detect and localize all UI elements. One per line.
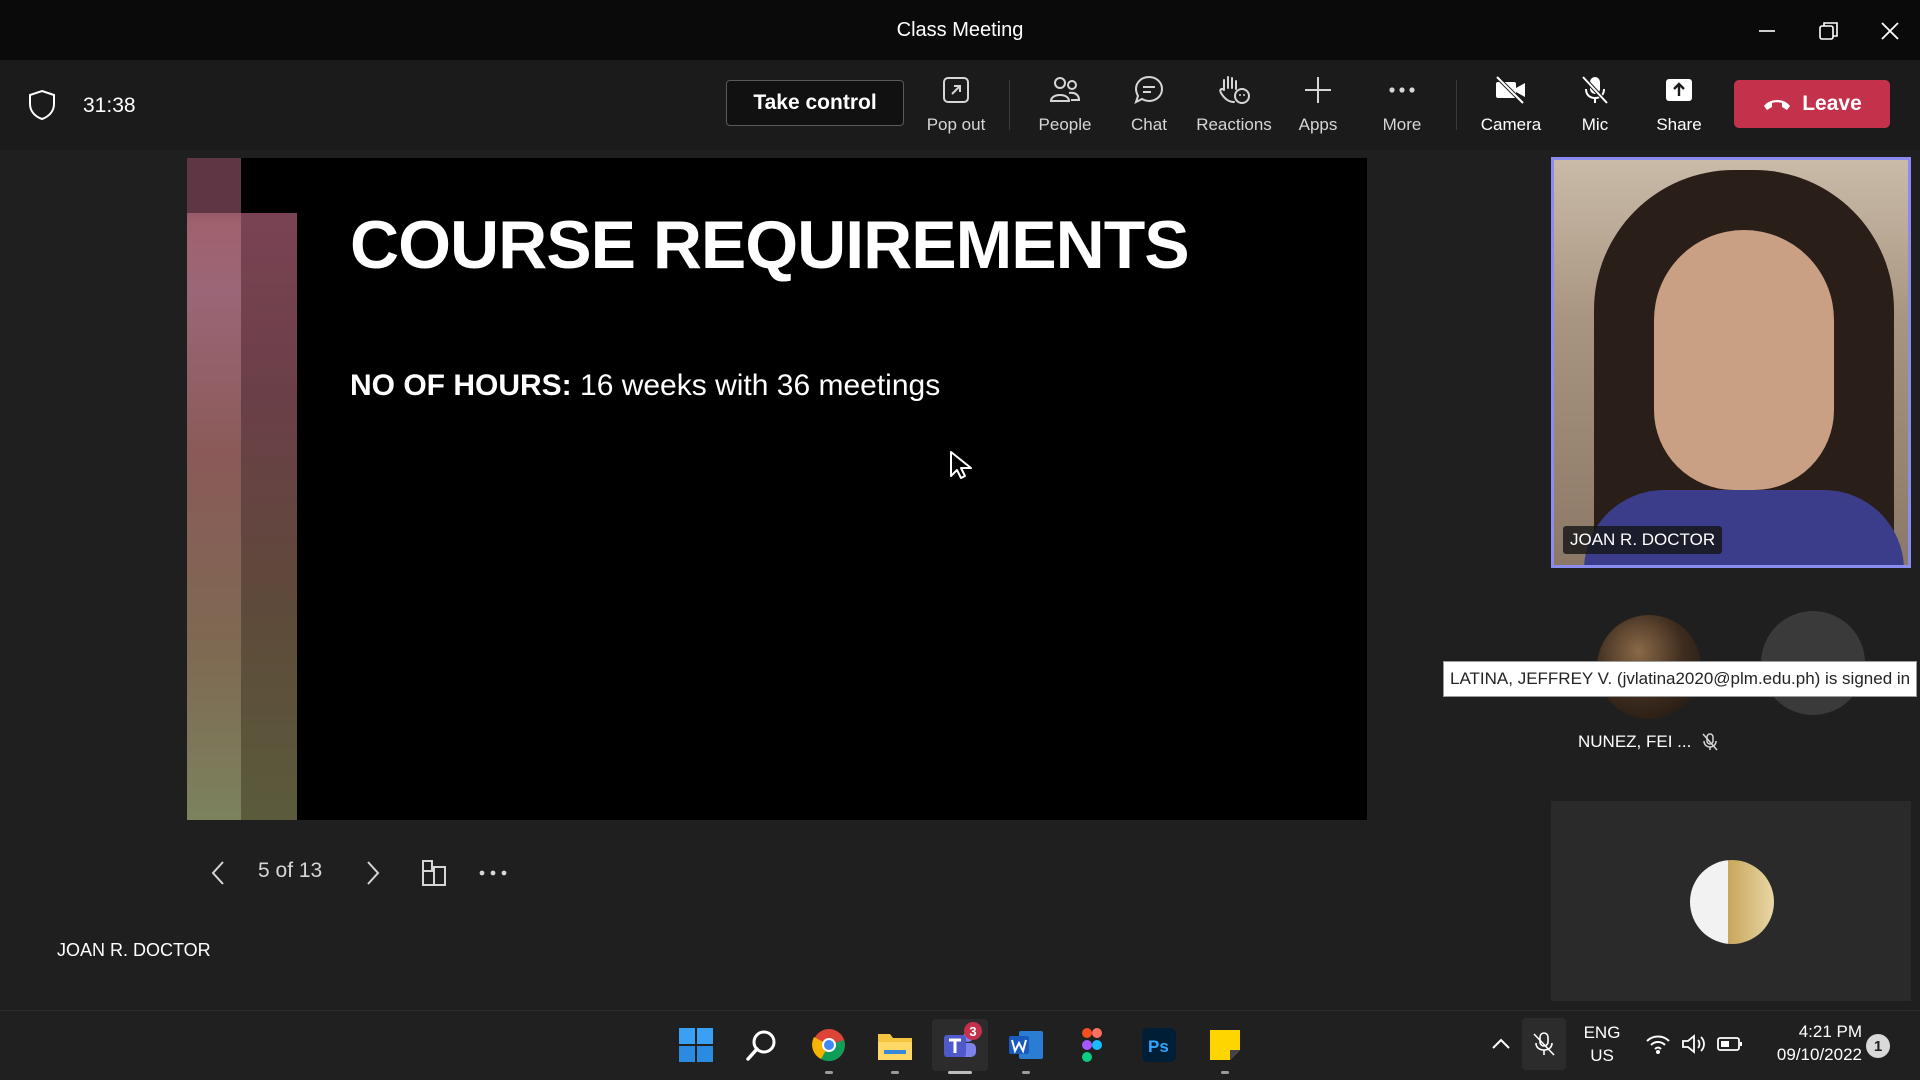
running-indicator: [891, 1071, 899, 1074]
apps-label: Apps: [1298, 115, 1338, 134]
wifi-icon[interactable]: [1645, 1032, 1671, 1061]
participant-name: NUNEZ, FEI ...: [1578, 732, 1692, 751]
title-bar: Class Meeting: [0, 0, 1920, 60]
running-indicator: [1221, 1071, 1229, 1074]
previous-slide-button[interactable]: [203, 855, 233, 891]
people-label: People: [1038, 115, 1092, 134]
slide-line-value: 16 weeks with 36 meetings: [571, 369, 941, 402]
video-person-face: [1654, 230, 1834, 490]
running-indicator: [1022, 1071, 1030, 1074]
photoshop-icon[interactable]: Ps: [1138, 1024, 1180, 1066]
participant-avatar[interactable]: [1690, 860, 1774, 944]
toolbar-divider: [1456, 80, 1457, 130]
meeting-timer: 31:38: [83, 94, 136, 117]
plus-icon: [1305, 77, 1331, 103]
pop-out-label: Pop out: [926, 115, 986, 134]
running-indicator: [825, 1071, 833, 1074]
clock-time[interactable]: 4:21 PM: [1750, 1022, 1862, 1042]
camera-off-icon: [1495, 75, 1525, 105]
active-indicator: [948, 1071, 972, 1074]
raise-hand-icon: [1219, 76, 1250, 104]
more-dots-icon: [1389, 87, 1415, 93]
chevron-left-icon: [211, 861, 224, 885]
slide-decor-bar: [187, 158, 241, 820]
share-label: Share: [1656, 115, 1702, 134]
slide-decor-bar-top: [187, 158, 241, 213]
camera-label: Camera: [1480, 115, 1542, 134]
slide-more-button[interactable]: [475, 855, 511, 891]
chrome-icon[interactable]: [808, 1024, 850, 1066]
reactions-button[interactable]: Reactions: [1192, 74, 1276, 140]
next-slide-button[interactable]: [358, 855, 388, 891]
slide-body-line: NO OF HOURS: 16 weeks with 36 meetings: [350, 369, 940, 403]
chat-label: Chat: [1131, 115, 1167, 134]
camera-button[interactable]: Camera: [1469, 74, 1553, 140]
sticky-notes-icon[interactable]: [1204, 1024, 1246, 1066]
slide-decor-bar: [241, 213, 297, 820]
take-control-button[interactable]: Take control: [726, 80, 904, 126]
clock-date[interactable]: 09/10/2022: [1750, 1045, 1862, 1065]
slide-line-label: NO OF HOURS:: [350, 369, 572, 402]
teams-icon[interactable]: 3: [932, 1019, 988, 1071]
tray-mic-muted-button[interactable]: [1522, 1018, 1566, 1070]
signed-in-tooltip: LATINA, JEFFREY V. (jvlatina2020@plm.edu…: [1443, 661, 1918, 697]
mic-label: Mic: [1581, 115, 1609, 134]
slide-title: COURSE REQUIREMENTS: [350, 207, 1190, 283]
battery-icon[interactable]: [1716, 1034, 1744, 1059]
notification-count-badge[interactable]: 1: [1866, 1034, 1890, 1058]
presenter-name: JOAN R. DOCTOR: [57, 940, 211, 960]
apps-button[interactable]: Apps: [1276, 74, 1360, 140]
teams-badge: 3: [964, 1022, 982, 1040]
svg-text:Ps: Ps: [1148, 1037, 1169, 1056]
slide-page-indicator: 5 of 13: [258, 859, 323, 882]
minimize-button[interactable]: [1750, 14, 1784, 48]
leave-label: Leave: [1802, 92, 1862, 115]
chevron-up-icon[interactable]: [1490, 1034, 1512, 1059]
more-dots-icon: [479, 870, 507, 876]
volume-icon[interactable]: [1681, 1032, 1709, 1061]
share-screen-icon: [1666, 79, 1692, 101]
hang-up-icon: [1764, 100, 1791, 110]
chat-icon: [1134, 75, 1164, 104]
window-title: Class Meeting: [896, 19, 1024, 41]
mic-off-icon: [1700, 732, 1720, 757]
close-button[interactable]: [1873, 14, 1907, 48]
mic-button[interactable]: Mic: [1553, 74, 1637, 140]
restore-button[interactable]: [1812, 14, 1846, 48]
pop-out-button[interactable]: Pop out: [914, 74, 998, 140]
leave-button[interactable]: Leave: [1734, 80, 1890, 128]
windows-start-icon[interactable]: [675, 1024, 717, 1066]
people-button[interactable]: People: [1023, 74, 1107, 140]
file-explorer-icon[interactable]: [874, 1024, 916, 1066]
active-speaker-video[interactable]: JOAN R. DOCTOR: [1551, 157, 1911, 568]
more-button[interactable]: More: [1360, 74, 1444, 140]
chat-button[interactable]: Chat: [1107, 74, 1191, 140]
grid-view-button[interactable]: [416, 855, 452, 891]
cursor-icon: [949, 450, 975, 485]
toolbar-divider: [1009, 80, 1010, 130]
share-button[interactable]: Share: [1637, 74, 1721, 140]
language-indicator-bottom[interactable]: US: [1572, 1046, 1632, 1066]
grid-view-icon: [422, 860, 446, 886]
mic-off-icon: [1581, 75, 1609, 105]
shared-slide: COURSE REQUIREMENTS NO OF HOURS: 16 week…: [187, 158, 1367, 820]
figma-icon[interactable]: [1071, 1024, 1113, 1066]
reactions-label: Reactions: [1196, 115, 1272, 134]
chevron-right-icon: [367, 861, 380, 885]
people-icon: [1049, 77, 1081, 102]
word-icon[interactable]: [1005, 1024, 1047, 1066]
pop-out-icon: [943, 77, 969, 103]
search-icon[interactable]: [741, 1024, 783, 1066]
speaker-name-tag: JOAN R. DOCTOR: [1563, 526, 1723, 554]
more-label: More: [1382, 115, 1422, 134]
shield-icon[interactable]: [27, 89, 57, 126]
language-indicator-top[interactable]: ENG: [1572, 1023, 1632, 1043]
mic-off-icon: [1533, 1032, 1555, 1056]
